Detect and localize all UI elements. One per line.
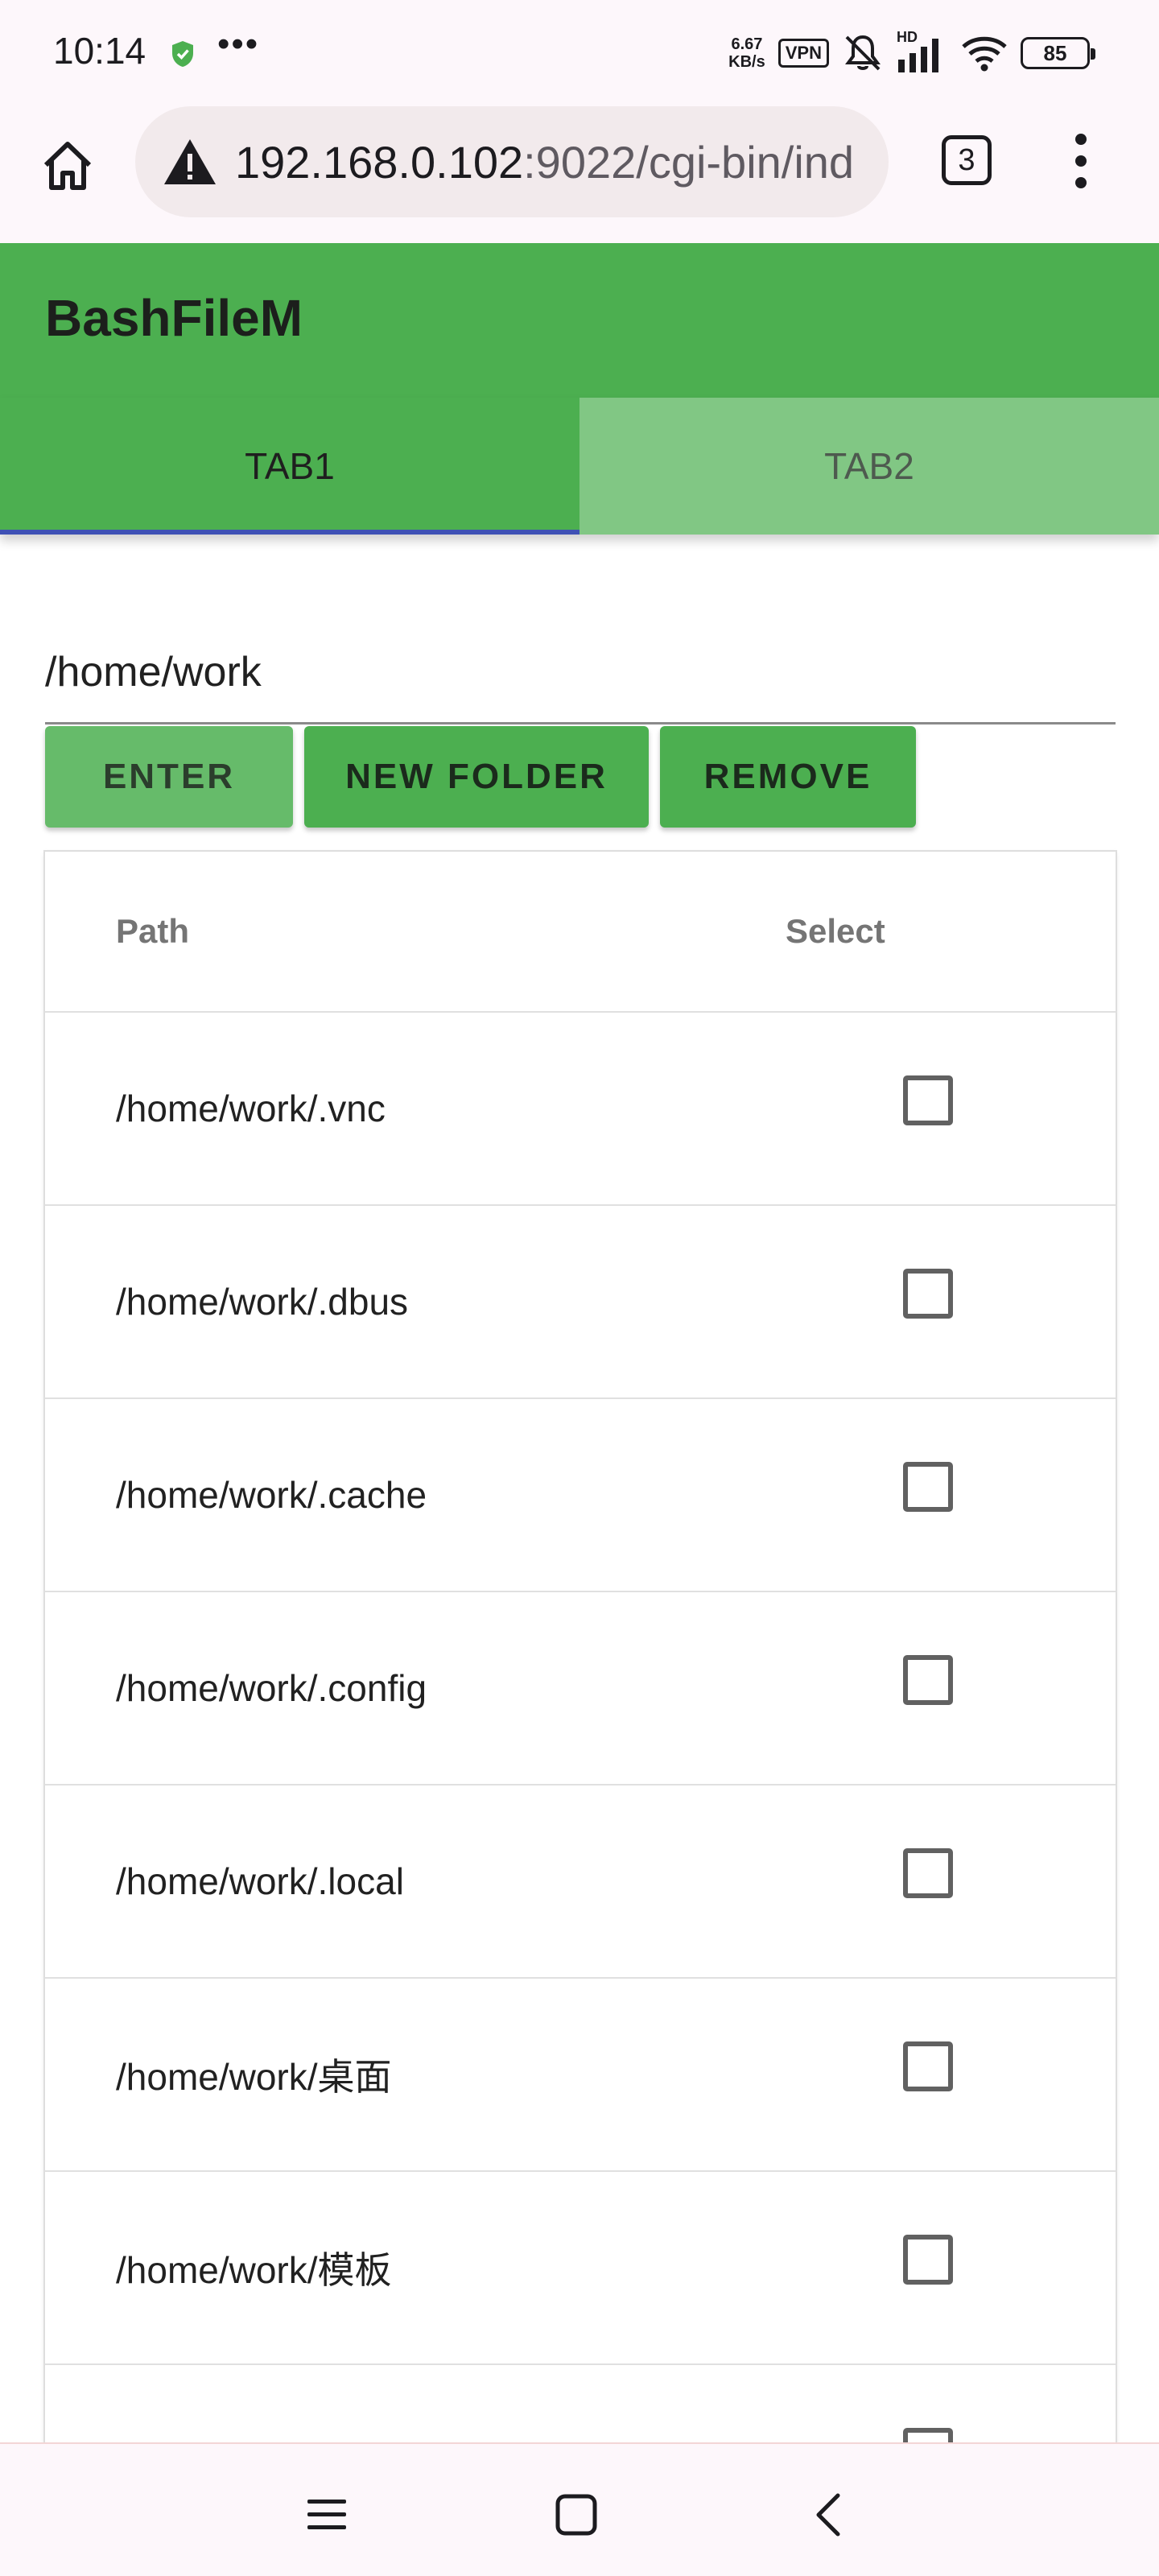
table-header: Path Select bbox=[45, 852, 1116, 1013]
row-select-checkbox[interactable] bbox=[903, 1462, 953, 1512]
status-time: 10:14 bbox=[53, 30, 146, 72]
path-field bbox=[45, 628, 1116, 724]
home-icon bbox=[43, 142, 92, 190]
warning-icon[interactable] bbox=[163, 138, 217, 186]
status-bar: 10:14 ••• 6.67 KB/s VPN HD 85 bbox=[0, 0, 1159, 105]
row-path: /home/work/.dbus bbox=[116, 1281, 409, 1323]
home-nav-button[interactable] bbox=[544, 2483, 608, 2547]
row-path: /home/work/.cache bbox=[116, 1474, 427, 1516]
table-row: /home/work/.cache bbox=[45, 1399, 1116, 1592]
table-row: /home/work/桌面 bbox=[45, 1979, 1116, 2172]
url-bar[interactable]: 192.168.0.102:9022/cgi-bin/ind bbox=[135, 106, 889, 217]
file-table: Path Select /home/work/.vnc/home/work/.d… bbox=[45, 852, 1116, 2542]
net-speed: 6.67 KB/s bbox=[728, 35, 765, 71]
menu-icon bbox=[307, 2500, 346, 2529]
net-speed-unit: KB/s bbox=[728, 53, 765, 71]
enter-button[interactable]: ENTER bbox=[45, 726, 293, 828]
tabs-icon[interactable]: 3 bbox=[942, 135, 992, 185]
app-title: BashFileM bbox=[45, 289, 303, 347]
app-bar: BashFileM bbox=[0, 243, 1159, 398]
new-folder-button[interactable]: NEW FOLDER bbox=[304, 726, 649, 828]
column-header-select: Select bbox=[786, 912, 885, 950]
tab-bar: TAB1 TAB2 bbox=[0, 398, 1159, 535]
row-select-checkbox[interactable] bbox=[903, 1075, 953, 1125]
tab-tab1[interactable]: TAB1 bbox=[0, 398, 580, 535]
system-nav-bar bbox=[0, 2442, 1159, 2576]
row-path: /home/work/.local bbox=[116, 1860, 404, 1902]
row-select-checkbox[interactable] bbox=[903, 2041, 953, 2091]
signal-icon: HD bbox=[897, 29, 948, 74]
row-path: /home/work/.vnc bbox=[116, 1088, 386, 1129]
wifi-icon bbox=[962, 36, 1007, 72]
path-input[interactable] bbox=[45, 628, 1116, 716]
row-path: /home/work/桌面 bbox=[116, 2056, 392, 2098]
table-row: /home/work/模板 bbox=[45, 2172, 1116, 2365]
vpn-badge: VPN bbox=[777, 39, 829, 68]
more-dots-icon: ••• bbox=[217, 24, 260, 64]
battery-icon: 85 bbox=[1021, 37, 1095, 69]
url-text[interactable]: 192.168.0.102:9022/cgi-bin/ind bbox=[235, 136, 854, 188]
net-speed-value: 6.67 bbox=[731, 35, 763, 53]
table-row: /home/work/.vnc bbox=[45, 1013, 1116, 1206]
row-select-checkbox[interactable] bbox=[903, 2235, 953, 2285]
url-path: :9022/cgi-bin/ind bbox=[523, 136, 855, 188]
remove-button[interactable]: REMOVE bbox=[660, 726, 916, 828]
table-row: /home/work/.local bbox=[45, 1785, 1116, 1979]
row-path: /home/work/模板 bbox=[116, 2249, 392, 2291]
row-select-checkbox[interactable] bbox=[903, 1848, 953, 1898]
back-button[interactable] bbox=[797, 2483, 861, 2547]
row-select-checkbox[interactable] bbox=[903, 1269, 953, 1319]
home-button[interactable] bbox=[35, 134, 100, 198]
browser-toolbar: 192.168.0.102:9022/cgi-bin/ind 3 bbox=[0, 105, 1159, 243]
table-row: /home/work/.config bbox=[45, 1592, 1116, 1785]
row-select-checkbox[interactable] bbox=[903, 1655, 953, 1705]
column-header-path: Path bbox=[116, 912, 190, 950]
table-row: /home/work/.dbus bbox=[45, 1206, 1116, 1399]
tab-tab2[interactable]: TAB2 bbox=[580, 398, 1159, 535]
row-path: /home/work/.config bbox=[116, 1667, 427, 1709]
action-buttons: ENTER NEW FOLDER REMOVE bbox=[45, 726, 916, 828]
home-square-icon bbox=[555, 2494, 597, 2536]
mute-icon bbox=[845, 35, 881, 71]
shield-check-icon bbox=[172, 41, 193, 67]
url-host: 192.168.0.102 bbox=[235, 136, 524, 188]
back-icon bbox=[816, 2493, 840, 2537]
menu-button[interactable] bbox=[295, 2483, 359, 2547]
status-icons: 6.67 KB/s VPN HD 85 bbox=[728, 29, 1095, 74]
more-vert-icon[interactable] bbox=[1061, 129, 1101, 193]
table-body: /home/work/.vnc/home/work/.dbus/home/wor… bbox=[45, 1013, 1116, 2542]
